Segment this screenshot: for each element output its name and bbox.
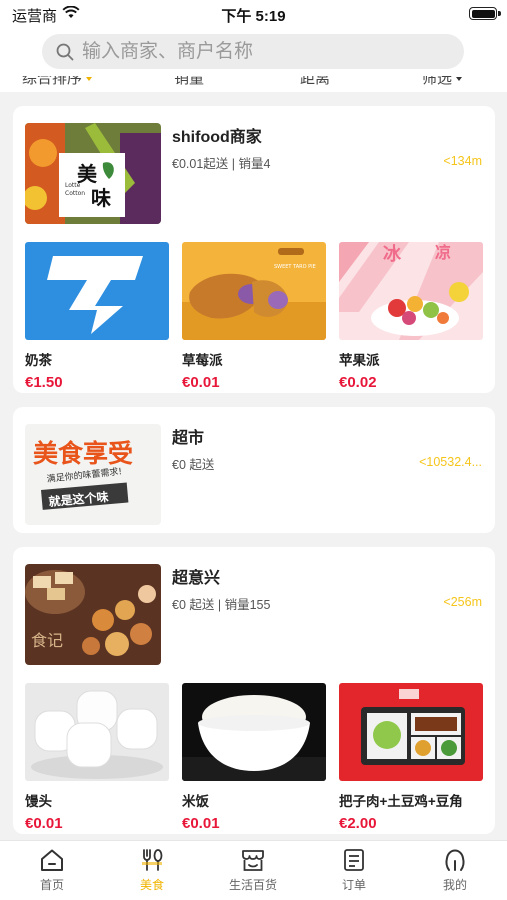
goods-name: 把子肉+土豆鸡+豆角 (339, 794, 463, 809)
shop-distance: <10532.4... (419, 455, 482, 469)
tab-label: 我的 (442, 878, 467, 892)
clock: 下午 5:19 (221, 8, 286, 25)
tab-orders[interactable]: 订单 (319, 848, 389, 893)
tab-home[interactable]: 首页 (17, 848, 87, 893)
sort-sales[interactable]: 销量 (174, 76, 204, 88)
search-input[interactable] (82, 34, 442, 69)
shop-card[interactable]: 食记 超意兴 €0 起送 | 销量155 <256m 馒头 €0.01 米饭 €… (13, 547, 495, 834)
goods-item[interactable]: 冰 凉 苹果派 €0.02 (339, 242, 483, 391)
goods-item[interactable]: 把子肉+土豆鸡+豆角 €2.00 (339, 683, 483, 832)
tab-bar: 首页 美食 生活百货 订单 我的 (0, 840, 507, 900)
tab-store[interactable]: 生活百货 (218, 848, 288, 893)
shop-name: shifood商家 (172, 129, 262, 146)
food-icon (142, 849, 163, 871)
shop-image: 食记 (25, 564, 161, 665)
goods-item[interactable]: 米饭 €0.01 (182, 683, 326, 832)
svg-text:味: 味 (91, 186, 111, 210)
shop-name: 超市 (172, 430, 205, 447)
goods-image: SWEET TARO PIE (182, 242, 326, 340)
goods-image (25, 242, 169, 340)
chevron-down-icon (86, 77, 93, 82)
shop-distance: <134m (443, 154, 482, 168)
sort-comprehensive[interactable]: 综合排序 (22, 76, 93, 88)
shop-image: 美食享受 满足你的味蕾需求! 就是这个味 (25, 424, 161, 525)
tab-food[interactable]: 美食 (117, 848, 187, 893)
goods-price: €0.02 (339, 374, 377, 391)
shop-meta: €0.01起送 | 销量4 (172, 157, 271, 171)
goods-name: 草莓派 (182, 353, 223, 368)
goods-price: €0.01 (25, 815, 63, 832)
search-icon (56, 43, 74, 61)
shop-card[interactable]: 美 味 Lotte Cotton shifood商家 €0.01起送 | 销量4… (13, 106, 495, 393)
tab-label: 美食 (139, 878, 164, 892)
sort-distance[interactable]: 距离 (300, 76, 330, 88)
profile-icon (445, 849, 465, 871)
goods-item[interactable]: SWEET TARO PIE 草莓派 €0.01 (182, 242, 326, 391)
svg-text:Cotton: Cotton (65, 190, 85, 197)
tab-profile[interactable]: 我的 (420, 848, 490, 893)
goods-image (339, 683, 483, 781)
svg-text:Lotte: Lotte (65, 182, 81, 189)
goods-name: 奶茶 (25, 353, 52, 368)
svg-text:美食享受: 美食享受 (33, 439, 133, 468)
goods-image (25, 683, 169, 781)
shop-meta: €0 起送 | 销量155 (172, 598, 271, 612)
goods-name: 馒头 (25, 794, 52, 809)
shop-name: 超意兴 (172, 570, 221, 587)
goods-name: 米饭 (182, 794, 209, 809)
order-icon (344, 849, 364, 871)
tab-label: 生活百货 (228, 878, 277, 892)
search-bar[interactable] (42, 34, 464, 69)
goods-image (182, 683, 326, 781)
goods-item[interactable]: 馒头 €0.01 (25, 683, 169, 832)
goods-price: €0.01 (182, 374, 220, 391)
tab-label: 首页 (39, 878, 64, 892)
sort-label: 筛选 (422, 76, 453, 87)
svg-text:凉: 凉 (435, 243, 451, 262)
sort-label: 综合排序 (22, 76, 83, 87)
goods-price: €1.50 (25, 374, 63, 391)
battery-icon (469, 7, 501, 20)
svg-text:食记: 食记 (31, 631, 63, 650)
shop-list: 美 味 Lotte Cotton shifood商家 €0.01起送 | 销量4… (0, 92, 507, 840)
goods-price: €0.01 (182, 815, 220, 832)
image-caption: SWEET TARO PIE (274, 264, 316, 270)
chevron-down-icon (456, 77, 463, 82)
goods-image: 冰 凉 (339, 242, 483, 340)
sort-bar: 综合排序 销量 距离 筛选 (0, 76, 507, 92)
goods-price: €2.00 (339, 815, 377, 832)
goods-name: 苹果派 (339, 353, 380, 368)
shop-meta: €0 起送 (172, 458, 215, 472)
tab-label: 订单 (341, 878, 366, 892)
status-bar: 运营商 下午 5:19 (0, 0, 507, 28)
svg-text:冰: 冰 (383, 243, 402, 265)
shop-distance: <256m (443, 595, 482, 609)
store-icon (242, 850, 264, 871)
goods-item[interactable]: 奶茶 €1.50 (25, 242, 169, 391)
search-header (0, 28, 507, 76)
shop-card[interactable]: 美食享受 满足你的味蕾需求! 就是这个味 超市 €0 起送 <10532.4..… (13, 407, 495, 533)
home-icon (41, 849, 63, 871)
shop-image: 美 味 Lotte Cotton (25, 123, 161, 224)
sort-filter[interactable]: 筛选 (422, 76, 463, 88)
